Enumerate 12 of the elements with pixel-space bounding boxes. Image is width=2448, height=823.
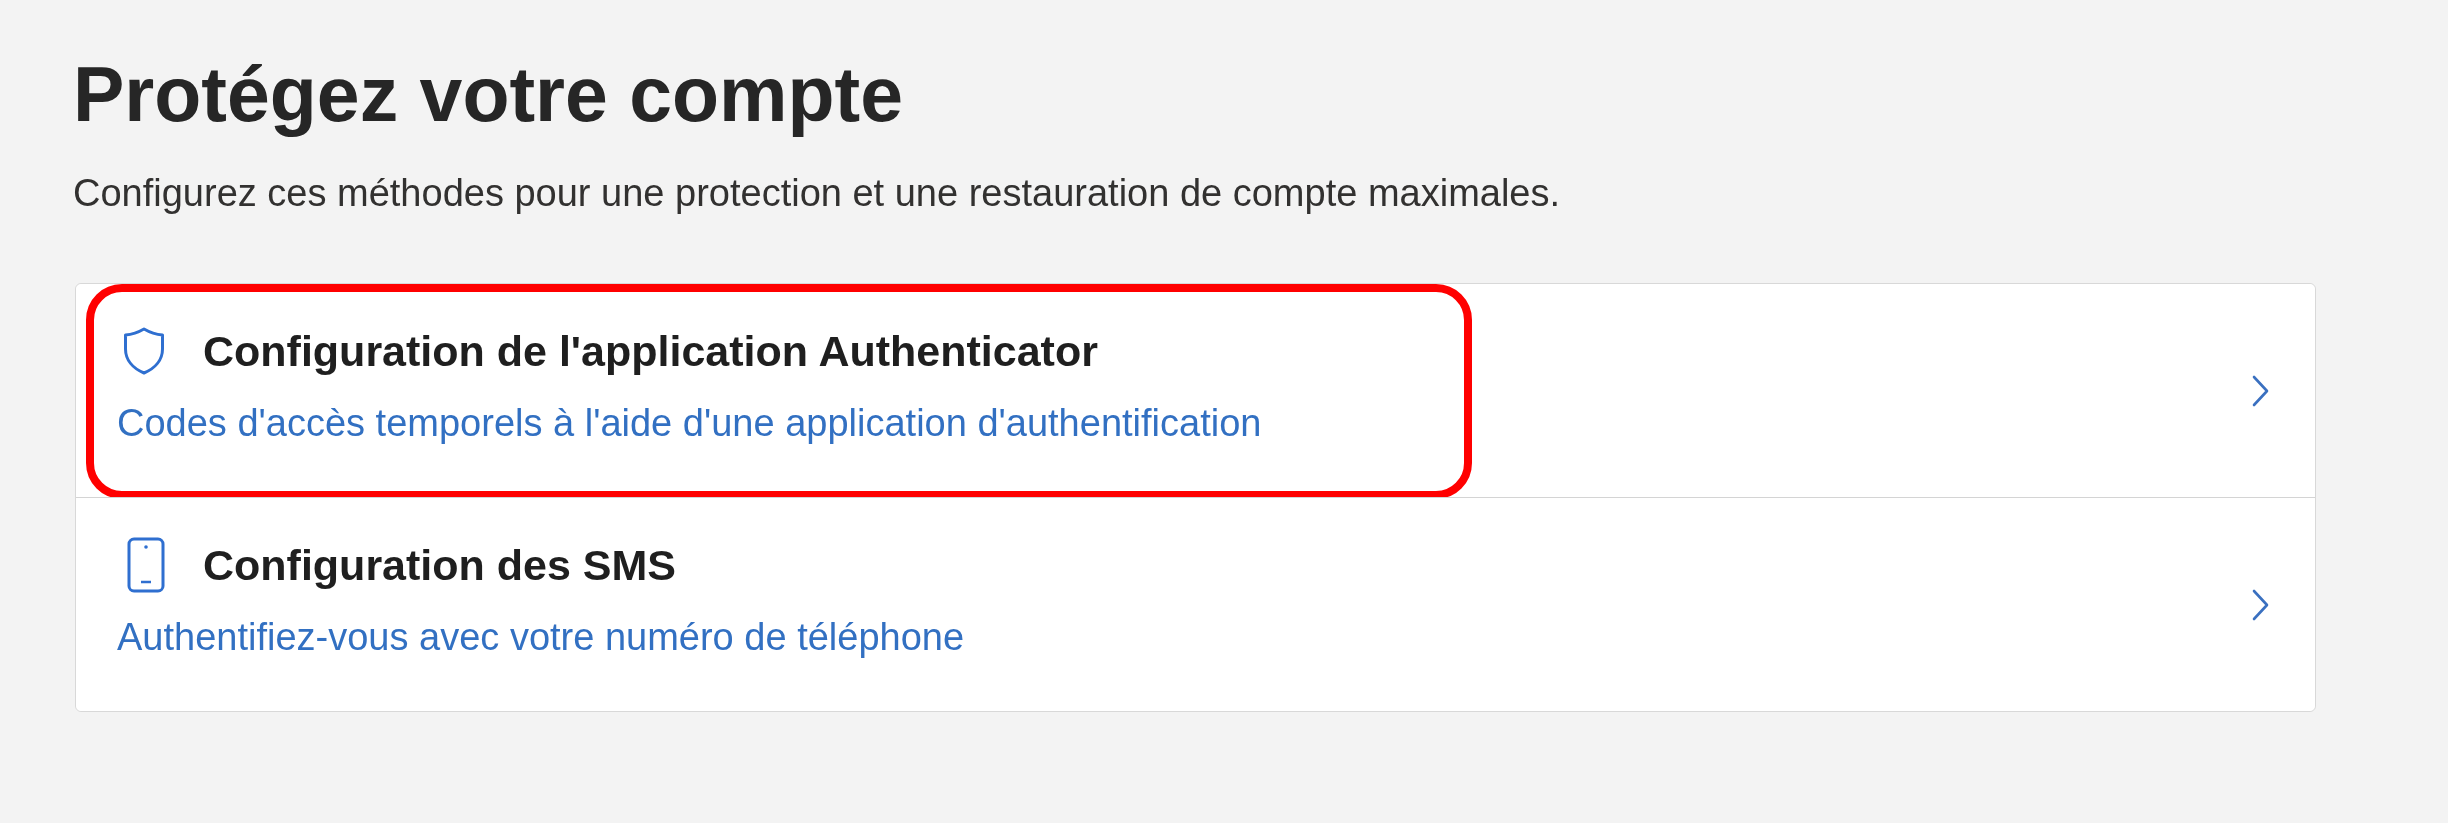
- method-option[interactable]: Configuration des SMS Authentifiez-vous avec votre numéro de téléphone: [76, 497, 2315, 711]
- method-title: Configuration des SMS: [203, 540, 676, 591]
- page-subtitle: Configurez ces méthodes pour une protection et une restauration de compte maximales.: [73, 171, 1561, 216]
- shield-icon: [122, 327, 166, 375]
- chevron-right-icon: [2252, 588, 2269, 621]
- method-description: Codes d'accès temporels à l'aide d'une application d'authentification: [117, 401, 1262, 446]
- method-description: Authentifiez-vous avec votre numéro de téléphone: [117, 615, 965, 660]
- method-title: Configuration de l'application Authenticator: [203, 326, 1098, 377]
- method-option[interactable]: Configuration de l'application Authenticator Codes d'accès temporels à l'aide d'une application d'authentification: [76, 284, 2315, 497]
- chevron-right-icon: [2252, 374, 2269, 407]
- page-title: Protégez votre compte: [73, 50, 904, 139]
- phone-icon: [127, 537, 165, 593]
